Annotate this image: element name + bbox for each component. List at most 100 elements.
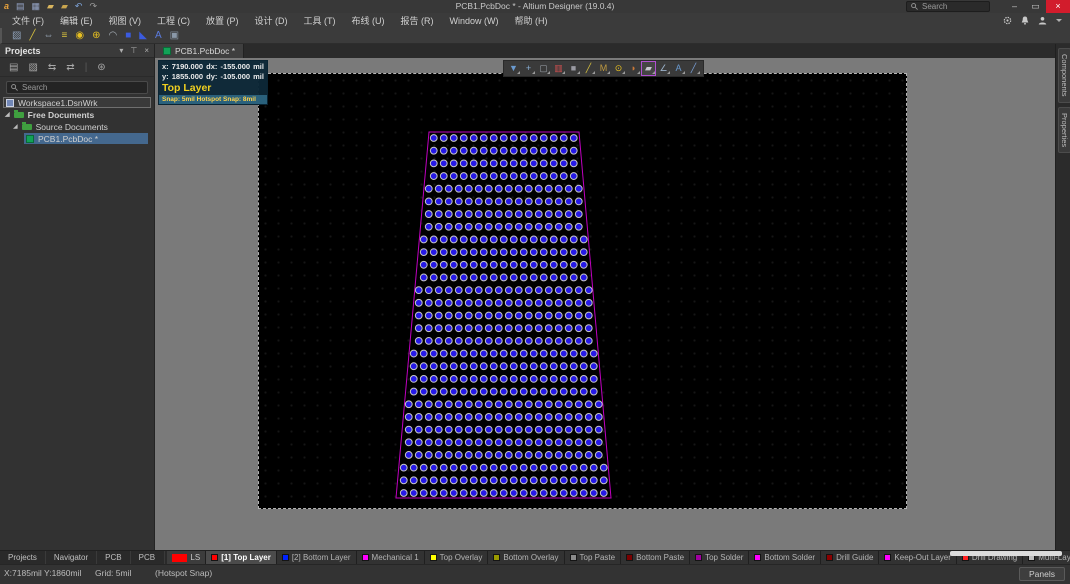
pcb-pad[interactable] <box>440 160 447 167</box>
place-pad-icon[interactable]: ◉ <box>75 29 84 43</box>
pcb-pad[interactable] <box>470 135 477 142</box>
pcb-pad[interactable] <box>545 414 552 421</box>
pcb-pad[interactable] <box>520 261 527 268</box>
pcb-pad[interactable] <box>420 375 427 382</box>
pcb-pad[interactable] <box>575 337 582 344</box>
pcb-pad[interactable] <box>585 325 592 332</box>
pcb-pad[interactable] <box>565 299 572 306</box>
pcb-pad[interactable] <box>470 261 477 268</box>
pcb-pad[interactable] <box>480 249 487 256</box>
tab-properties[interactable]: Properties <box>1058 107 1070 153</box>
undo-icon[interactable]: ↶ <box>75 0 83 13</box>
user-dropdown-caret-icon[interactable] <box>1056 19 1062 22</box>
pcb-pad[interactable] <box>440 274 447 281</box>
pcb-pad[interactable] <box>500 147 507 154</box>
pcb-pad[interactable] <box>495 223 502 230</box>
pcb-pad[interactable] <box>470 249 477 256</box>
pcb-pad[interactable] <box>495 299 502 306</box>
pcb-pad[interactable] <box>475 198 482 205</box>
pcb-pad[interactable] <box>495 337 502 344</box>
pcb-pad[interactable] <box>580 477 587 484</box>
pcb-pad[interactable] <box>555 337 562 344</box>
pcb-pad[interactable] <box>515 439 522 446</box>
pcb-pad[interactable] <box>440 135 447 142</box>
pcb-pad[interactable] <box>590 375 597 382</box>
pcb-pad[interactable] <box>450 363 457 370</box>
pcb-pad[interactable] <box>570 249 577 256</box>
pcb-pad[interactable] <box>450 350 457 357</box>
pcb-canvas[interactable] <box>258 73 907 509</box>
pcb-pad[interactable] <box>470 363 477 370</box>
pcb-pad[interactable] <box>455 325 462 332</box>
pcb-pad[interactable] <box>440 261 447 268</box>
pcb-pad[interactable] <box>455 223 462 230</box>
pcb-pad[interactable] <box>515 414 522 421</box>
pcb-pad[interactable] <box>560 464 567 471</box>
layer-tab-bottom-overlay[interactable]: Bottom Overlay <box>488 551 564 564</box>
pcb-pad[interactable] <box>505 185 512 192</box>
pcb-pad[interactable] <box>460 363 467 370</box>
pcb-pad[interactable] <box>560 173 567 180</box>
tree-item-free-documents[interactable]: ◢ Free Documents <box>0 109 154 120</box>
pcb-pad[interactable] <box>565 198 572 205</box>
pcb-pad[interactable] <box>500 261 507 268</box>
pcb-pad[interactable] <box>545 299 552 306</box>
pcb-pad[interactable] <box>425 439 432 446</box>
layer-tab-top-layer[interactable]: [1] Top Layer <box>206 551 277 564</box>
pcb-pad[interactable] <box>560 160 567 167</box>
pcb-pad[interactable] <box>595 452 602 459</box>
pcb-pad[interactable] <box>505 198 512 205</box>
pcb-pad[interactable] <box>445 185 452 192</box>
pcb-pad[interactable] <box>430 249 437 256</box>
pcb-pad[interactable] <box>490 350 497 357</box>
pcb-pad[interactable] <box>425 325 432 332</box>
pcb-pad[interactable] <box>550 147 557 154</box>
pcb-pad[interactable] <box>440 490 447 497</box>
pcb-pad[interactable] <box>545 337 552 344</box>
layer-tab-top-solder[interactable]: Top Solder <box>690 551 749 564</box>
pcb-pad[interactable] <box>420 490 427 497</box>
pcb-pad[interactable] <box>450 249 457 256</box>
pcb-pad[interactable] <box>515 223 522 230</box>
pcb-pad[interactable] <box>410 490 417 497</box>
pcb-pad[interactable] <box>545 312 552 319</box>
pcb-pad[interactable] <box>490 388 497 395</box>
pcb-pad[interactable] <box>510 173 517 180</box>
pcb-pad[interactable] <box>425 414 432 421</box>
layer-tab-keep-out[interactable]: Keep-Out Layer <box>879 551 956 564</box>
pcb-pad[interactable] <box>590 363 597 370</box>
pcb-pad[interactable] <box>440 147 447 154</box>
pcb-pad[interactable] <box>445 211 452 218</box>
pcb-pad[interactable] <box>560 490 567 497</box>
pcb-pad[interactable] <box>560 249 567 256</box>
pcb-pad[interactable] <box>540 261 547 268</box>
pcb-pad[interactable] <box>525 426 532 433</box>
pcb-pad[interactable] <box>505 401 512 408</box>
pcb-pad[interactable] <box>510 236 517 243</box>
pcb-pad[interactable] <box>425 452 432 459</box>
pcb-pad[interactable] <box>405 414 412 421</box>
pcb-pad[interactable] <box>430 274 437 281</box>
pcb-pad[interactable] <box>420 477 427 484</box>
pcb-pad[interactable] <box>470 388 477 395</box>
pcb-pad[interactable] <box>435 414 442 421</box>
pcb-pad[interactable] <box>545 325 552 332</box>
pcb-pad[interactable] <box>485 185 492 192</box>
pcb-pad[interactable] <box>520 160 527 167</box>
pcb-pad[interactable] <box>520 477 527 484</box>
pcb-pad[interactable] <box>555 198 562 205</box>
pcb-pad[interactable] <box>490 160 497 167</box>
pcb-pad[interactable] <box>465 198 472 205</box>
panel-settings-icon[interactable]: ⊛ <box>97 62 105 73</box>
pcb-pad[interactable] <box>570 388 577 395</box>
pcb-pad[interactable] <box>555 287 562 294</box>
pcb-pad[interactable] <box>580 388 587 395</box>
pcb-pad[interactable] <box>460 477 467 484</box>
pcb-pad[interactable] <box>445 299 452 306</box>
panel-close-icon[interactable]: × <box>144 46 149 55</box>
pcb-pad[interactable] <box>475 287 482 294</box>
pcb-pad[interactable] <box>550 135 557 142</box>
pcb-pad[interactable] <box>430 490 437 497</box>
pcb-pad[interactable] <box>565 325 572 332</box>
place-via-icon[interactable]: ⊕ <box>92 29 100 43</box>
